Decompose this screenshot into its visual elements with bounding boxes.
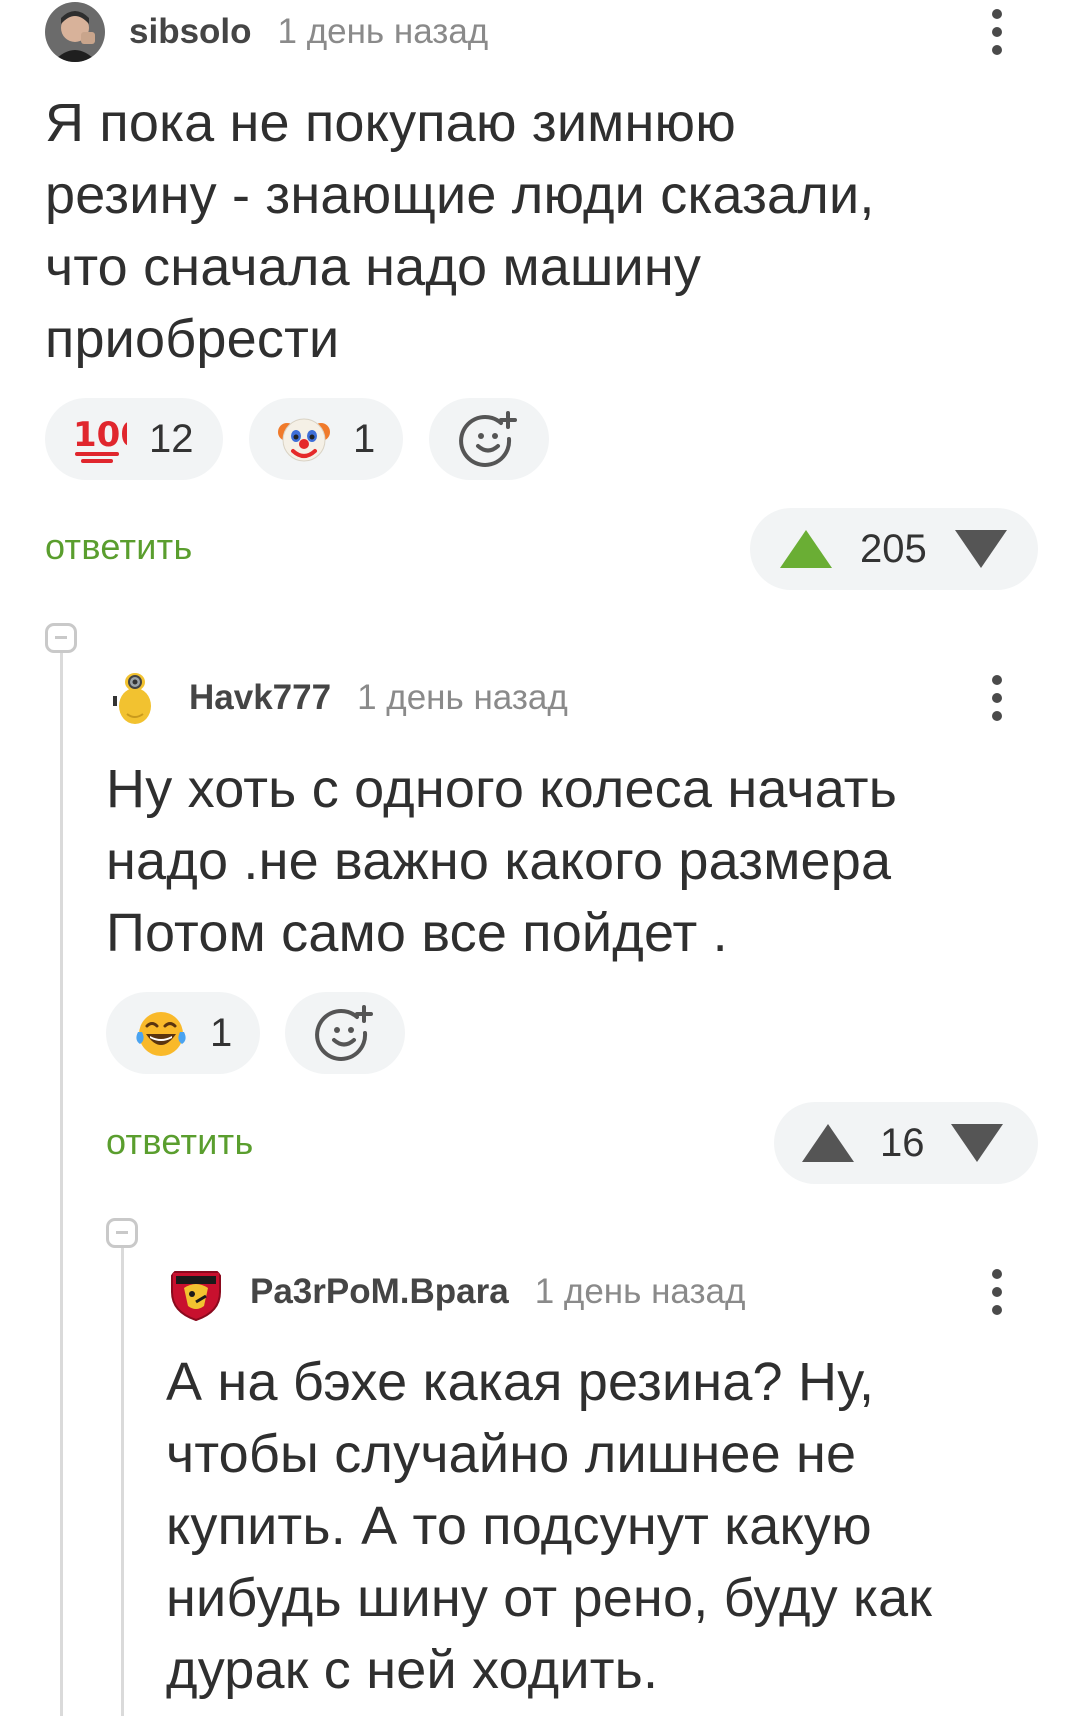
vote-panel: 205 xyxy=(750,508,1038,590)
add-emoji-icon xyxy=(315,1005,373,1061)
comment-text: А на бэхе какая резина? Ну, чтобы случай… xyxy=(166,1352,933,1700)
add-reaction-button[interactable] xyxy=(429,398,549,480)
add-reaction-button[interactable] xyxy=(285,992,405,1074)
reply-link[interactable]: ответить xyxy=(45,526,193,568)
vote-score: 16 xyxy=(880,1120,925,1165)
thread-line[interactable] xyxy=(60,653,63,1716)
tears-of-joy-icon xyxy=(136,1012,186,1056)
collapse-thread-button[interactable] xyxy=(45,623,77,653)
comment-text: Я пока не покупаю зимнюю резину - знающи… xyxy=(45,93,875,369)
username[interactable]: Havk777 xyxy=(189,678,331,718)
comment-header: sibsolo 1 день назад xyxy=(45,2,488,62)
username[interactable]: sibsolo xyxy=(129,12,252,52)
more-options-icon[interactable] xyxy=(982,668,1012,728)
thread-line[interactable] xyxy=(121,1248,124,1716)
comment-header: Pa3rPoM.Bpara 1 день назад xyxy=(166,1262,745,1322)
timestamp: 1 день назад xyxy=(277,12,489,51)
upvote-icon[interactable] xyxy=(802,1124,854,1162)
add-emoji-icon xyxy=(459,411,517,467)
avatar[interactable] xyxy=(105,668,165,728)
downvote-icon[interactable] xyxy=(954,530,1007,568)
clown-face-icon xyxy=(278,418,330,462)
upvote-icon[interactable] xyxy=(780,530,832,568)
vote-score: 205 xyxy=(860,526,927,571)
hundred-points-icon: 100 xyxy=(73,415,127,463)
reaction-tears-of-joy[interactable]: 1 xyxy=(106,992,260,1074)
comment-text: Ну хоть с одного колеса начать надо .не … xyxy=(106,759,898,963)
comment-thread: sibsolo 1 день назад Я пока не покупаю з… xyxy=(0,0,1080,1716)
svg-text:100: 100 xyxy=(73,415,127,455)
more-options-icon[interactable] xyxy=(982,1262,1012,1322)
username[interactable]: Pa3rPoM.Bpara xyxy=(250,1272,509,1312)
collapse-thread-button[interactable] xyxy=(106,1218,138,1248)
vote-panel: 16 xyxy=(774,1102,1038,1184)
avatar[interactable] xyxy=(45,2,105,62)
comment-header: Havk777 1 день назад xyxy=(105,668,568,728)
reaction-clown-face[interactable]: 1 xyxy=(249,398,403,480)
reaction-count: 1 xyxy=(210,1010,233,1055)
timestamp: 1 день назад xyxy=(357,678,568,717)
timestamp: 1 день назад xyxy=(534,1272,746,1311)
reaction-count: 1 xyxy=(353,416,376,461)
reaction-hundred-points[interactable]: 100 12 xyxy=(45,398,223,480)
reply-link[interactable]: ответить xyxy=(106,1121,254,1163)
reaction-count: 12 xyxy=(149,416,194,461)
more-options-icon[interactable] xyxy=(982,2,1012,62)
downvote-icon[interactable] xyxy=(950,1124,1003,1162)
avatar[interactable] xyxy=(166,1262,226,1322)
